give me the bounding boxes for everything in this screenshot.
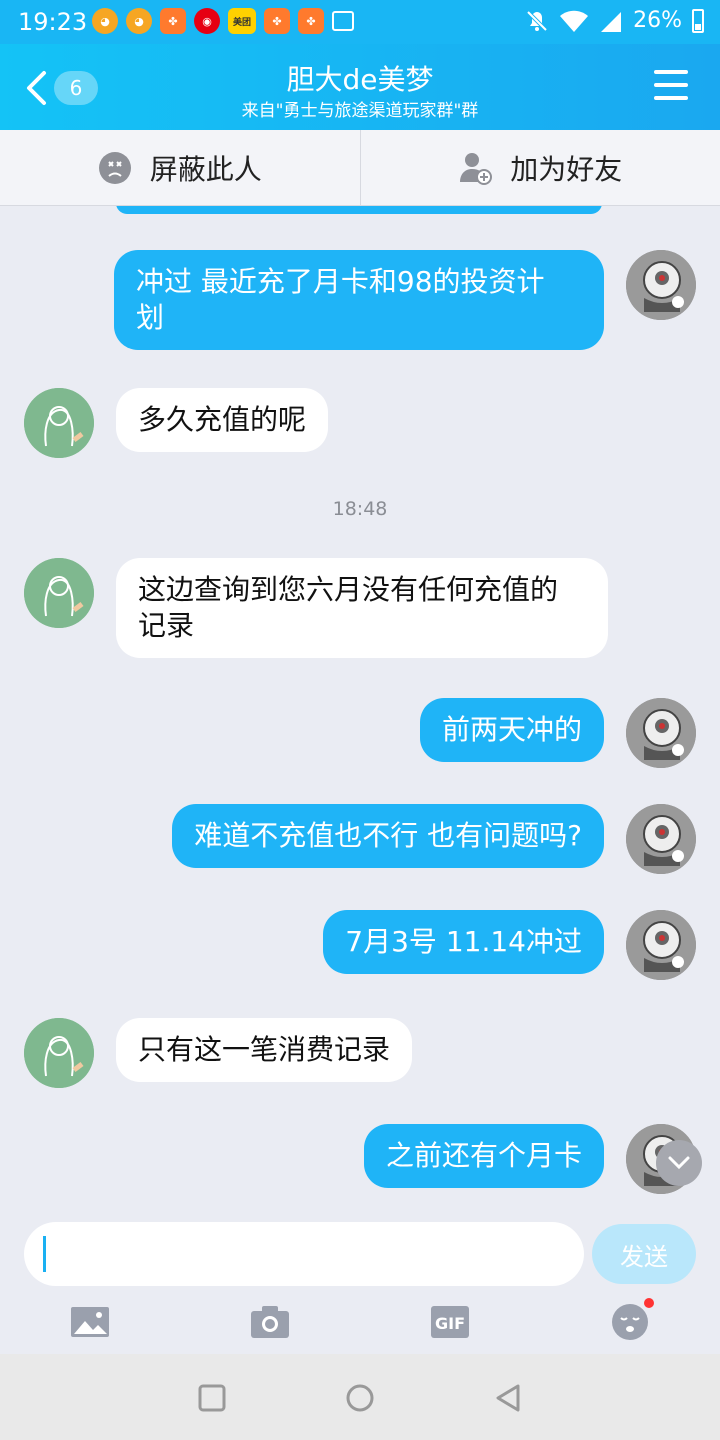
app-flower-icon: ✤ [264,8,290,34]
add-friend-icon [460,152,493,185]
input-bar: 发送 [0,1212,720,1298]
robot-avatar-icon [626,804,696,874]
message-bubble-incoming[interactable]: 多久充值的呢 [116,388,329,452]
bank-app-icon: ◉ [194,8,220,34]
signal-icon [601,11,622,32]
wifi-icon [560,10,589,32]
new-indicator-dot [644,1298,654,1308]
add-friend-button[interactable]: 加为好友 [359,130,720,205]
block-user-button[interactable]: 屏蔽此人 [0,130,360,205]
home-button[interactable] [346,1384,374,1412]
recents-button[interactable] [198,1384,226,1412]
scroll-to-bottom-button[interactable] [656,1140,702,1186]
chat-header: 6 胆大de美梦 来自"勇士与旅途渠道玩家群"群 [0,44,720,130]
image-picker-button[interactable] [70,1302,110,1342]
app-duck-icon: ◕ [92,8,118,34]
message-bubble-outgoing[interactable]: 难道不充值也不行 也有问题吗? [172,804,604,868]
status-time: 19:23 [18,8,88,36]
contact-avatar[interactable] [24,388,94,458]
circle-icon [346,1384,374,1412]
battery-percent: 26% [633,8,682,33]
app-flower-icon: ✤ [298,8,324,34]
send-button[interactable]: 发送 [592,1224,696,1284]
action-bar: 屏蔽此人 加为好友 [0,130,720,206]
my-avatar[interactable] [626,910,696,980]
contact-avatar[interactable] [24,1018,94,1088]
message-bubble-incoming[interactable]: 只有这一笔消费记录 [116,1018,413,1082]
chat-title: 胆大de美梦 [286,63,434,96]
message-bubble-incoming[interactable]: 这边查询到您六月没有任何充值的 记录 [116,558,608,658]
emoji-icon [612,1304,648,1340]
gif-label: GIF [435,1314,465,1333]
text-caret [43,1236,46,1272]
meituan-icon: 美团 [228,8,256,34]
image-icon [71,1307,109,1337]
robot-avatar-icon [626,698,696,768]
app-flower-icon: ✤ [160,8,186,34]
contact-avatar[interactable] [24,558,94,628]
triangle-back-icon [496,1384,520,1412]
message-bubble-outgoing[interactable]: 前两天冲的 [419,698,604,762]
input-toolbar: GIF [0,1298,720,1354]
square-icon [198,1384,226,1412]
mute-bell-icon [526,10,548,31]
my-avatar[interactable] [626,804,696,874]
message-list[interactable]: 冲过 最近充了月卡和98的投资计 划 多久充值的呢 18:48 这边查询到您六月… [0,206,720,1212]
emoji-button[interactable] [610,1298,654,1342]
message-bubble-outgoing[interactable]: 之前还有个月卡 [363,1124,604,1188]
robot-avatar-icon [626,250,696,320]
menu-button[interactable] [654,70,688,100]
gif-button[interactable]: GIF [430,1302,470,1342]
message-input[interactable] [24,1222,584,1286]
camera-button[interactable] [250,1302,290,1342]
message-timestamp: 18:48 [332,498,388,520]
camera-icon [251,1306,289,1338]
default-penguin-avatar-icon [24,1018,94,1088]
block-user-label: 屏蔽此人 [149,152,262,186]
back-nav-button[interactable] [494,1384,522,1412]
chat-subtitle: 来自"勇士与旅途渠道玩家群"群 [241,101,479,121]
robot-avatar-icon [626,910,696,980]
block-face-icon [98,151,131,184]
system-nav-bar [0,1354,720,1440]
message-bubble-outgoing[interactable]: 7月3号 11.14冲过 [323,910,604,974]
my-avatar[interactable] [626,250,696,320]
gallery-notification-icon [332,11,354,31]
notification-icons: ◕ ◕ ✤ ◉ 美团 ✤ ✤ [92,8,354,36]
default-penguin-avatar-icon [24,558,94,628]
partial-message-bubble [116,206,602,214]
app-duck-icon: ◕ [126,8,152,34]
battery-icon [692,8,704,33]
status-bar: 19:23 ◕ ◕ ✤ ◉ 美团 ✤ ✤ 26% [0,0,720,44]
gif-icon: GIF [431,1306,469,1338]
my-avatar[interactable] [626,698,696,768]
add-friend-label: 加为好友 [510,152,623,186]
message-bubble-outgoing[interactable]: 冲过 最近充了月卡和98的投资计 划 [114,250,604,350]
chevron-down-icon [668,1156,690,1170]
default-penguin-avatar-icon [24,388,94,458]
